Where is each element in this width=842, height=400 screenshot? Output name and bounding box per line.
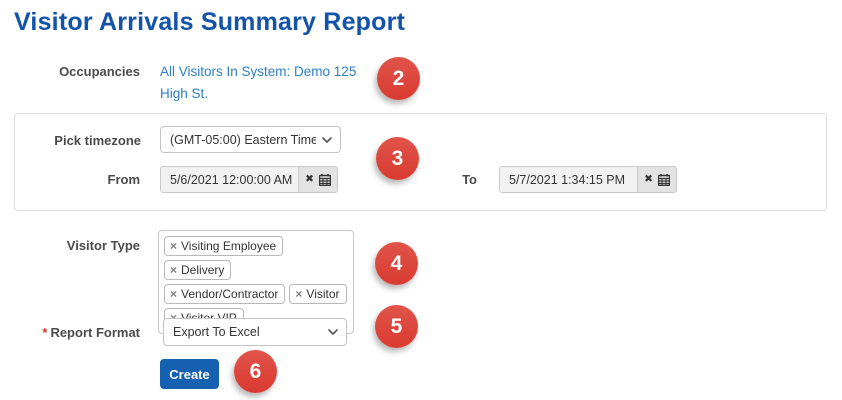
step-badge-6: 6 — [234, 350, 277, 393]
to-datetime-group: ✖ — [499, 166, 677, 193]
remove-tag-icon[interactable]: × — [170, 287, 177, 301]
remove-tag-icon[interactable]: × — [170, 239, 177, 253]
step-badge-2: 2 — [377, 57, 420, 100]
chevron-down-icon — [328, 329, 338, 335]
from-datetime-input[interactable] — [161, 167, 298, 192]
report-format-select[interactable]: Export To Excel — [163, 318, 347, 346]
occupancies-link[interactable]: All Visitors In System: Demo 125 High St… — [160, 61, 378, 105]
step-badge-4: 4 — [375, 242, 418, 285]
from-label: From — [14, 172, 140, 187]
required-asterisk: * — [42, 325, 47, 340]
from-datetime-addon[interactable]: ✖ — [298, 167, 337, 192]
clear-icon[interactable]: ✖ — [644, 174, 653, 185]
chevron-down-icon — [322, 137, 332, 143]
timezone-selected-value: (GMT-05:00) Eastern Time (US & Canada) — [170, 133, 316, 147]
remove-tag-icon[interactable]: × — [295, 287, 302, 301]
calendar-icon[interactable] — [319, 174, 331, 186]
to-label: To — [430, 172, 477, 187]
report-format-label: *Report Format — [14, 325, 140, 340]
visitor-type-label: Visitor Type — [14, 238, 140, 253]
tag-label: Delivery — [181, 263, 224, 277]
clear-icon[interactable]: ✖ — [305, 174, 314, 185]
calendar-icon[interactable] — [658, 174, 670, 186]
from-datetime-group: ✖ — [160, 166, 338, 193]
visitor-type-tag: × Visiting Employee — [164, 236, 283, 256]
visitor-type-tag: × Visitor — [289, 284, 346, 304]
to-datetime-input[interactable] — [500, 167, 637, 192]
timezone-select[interactable]: (GMT-05:00) Eastern Time (US & Canada) — [160, 126, 341, 153]
visitor-type-tag: × Delivery — [164, 260, 231, 280]
tag-label: Visiting Employee — [181, 239, 276, 253]
report-format-label-text: Report Format — [50, 325, 140, 340]
create-button[interactable]: Create — [160, 359, 219, 389]
remove-tag-icon[interactable]: × — [170, 263, 177, 277]
pick-timezone-label: Pick timezone — [15, 133, 141, 148]
occupancies-label: Occupancies — [14, 64, 140, 79]
page-title: Visitor Arrivals Summary Report — [14, 8, 405, 37]
tag-label: Visitor — [306, 287, 339, 301]
to-datetime-addon[interactable]: ✖ — [637, 167, 676, 192]
tag-label: Vendor/Contractor — [181, 287, 278, 301]
visitor-arrivals-report-page: Visitor Arrivals Summary Report Occupanc… — [0, 0, 842, 400]
visitor-type-tag: × Vendor/Contractor — [164, 284, 285, 304]
step-badge-3: 3 — [376, 137, 419, 180]
step-badge-5: 5 — [375, 305, 418, 348]
timezone-date-panel: Pick timezone — [14, 113, 827, 211]
report-format-selected-value: Export To Excel — [173, 325, 260, 339]
